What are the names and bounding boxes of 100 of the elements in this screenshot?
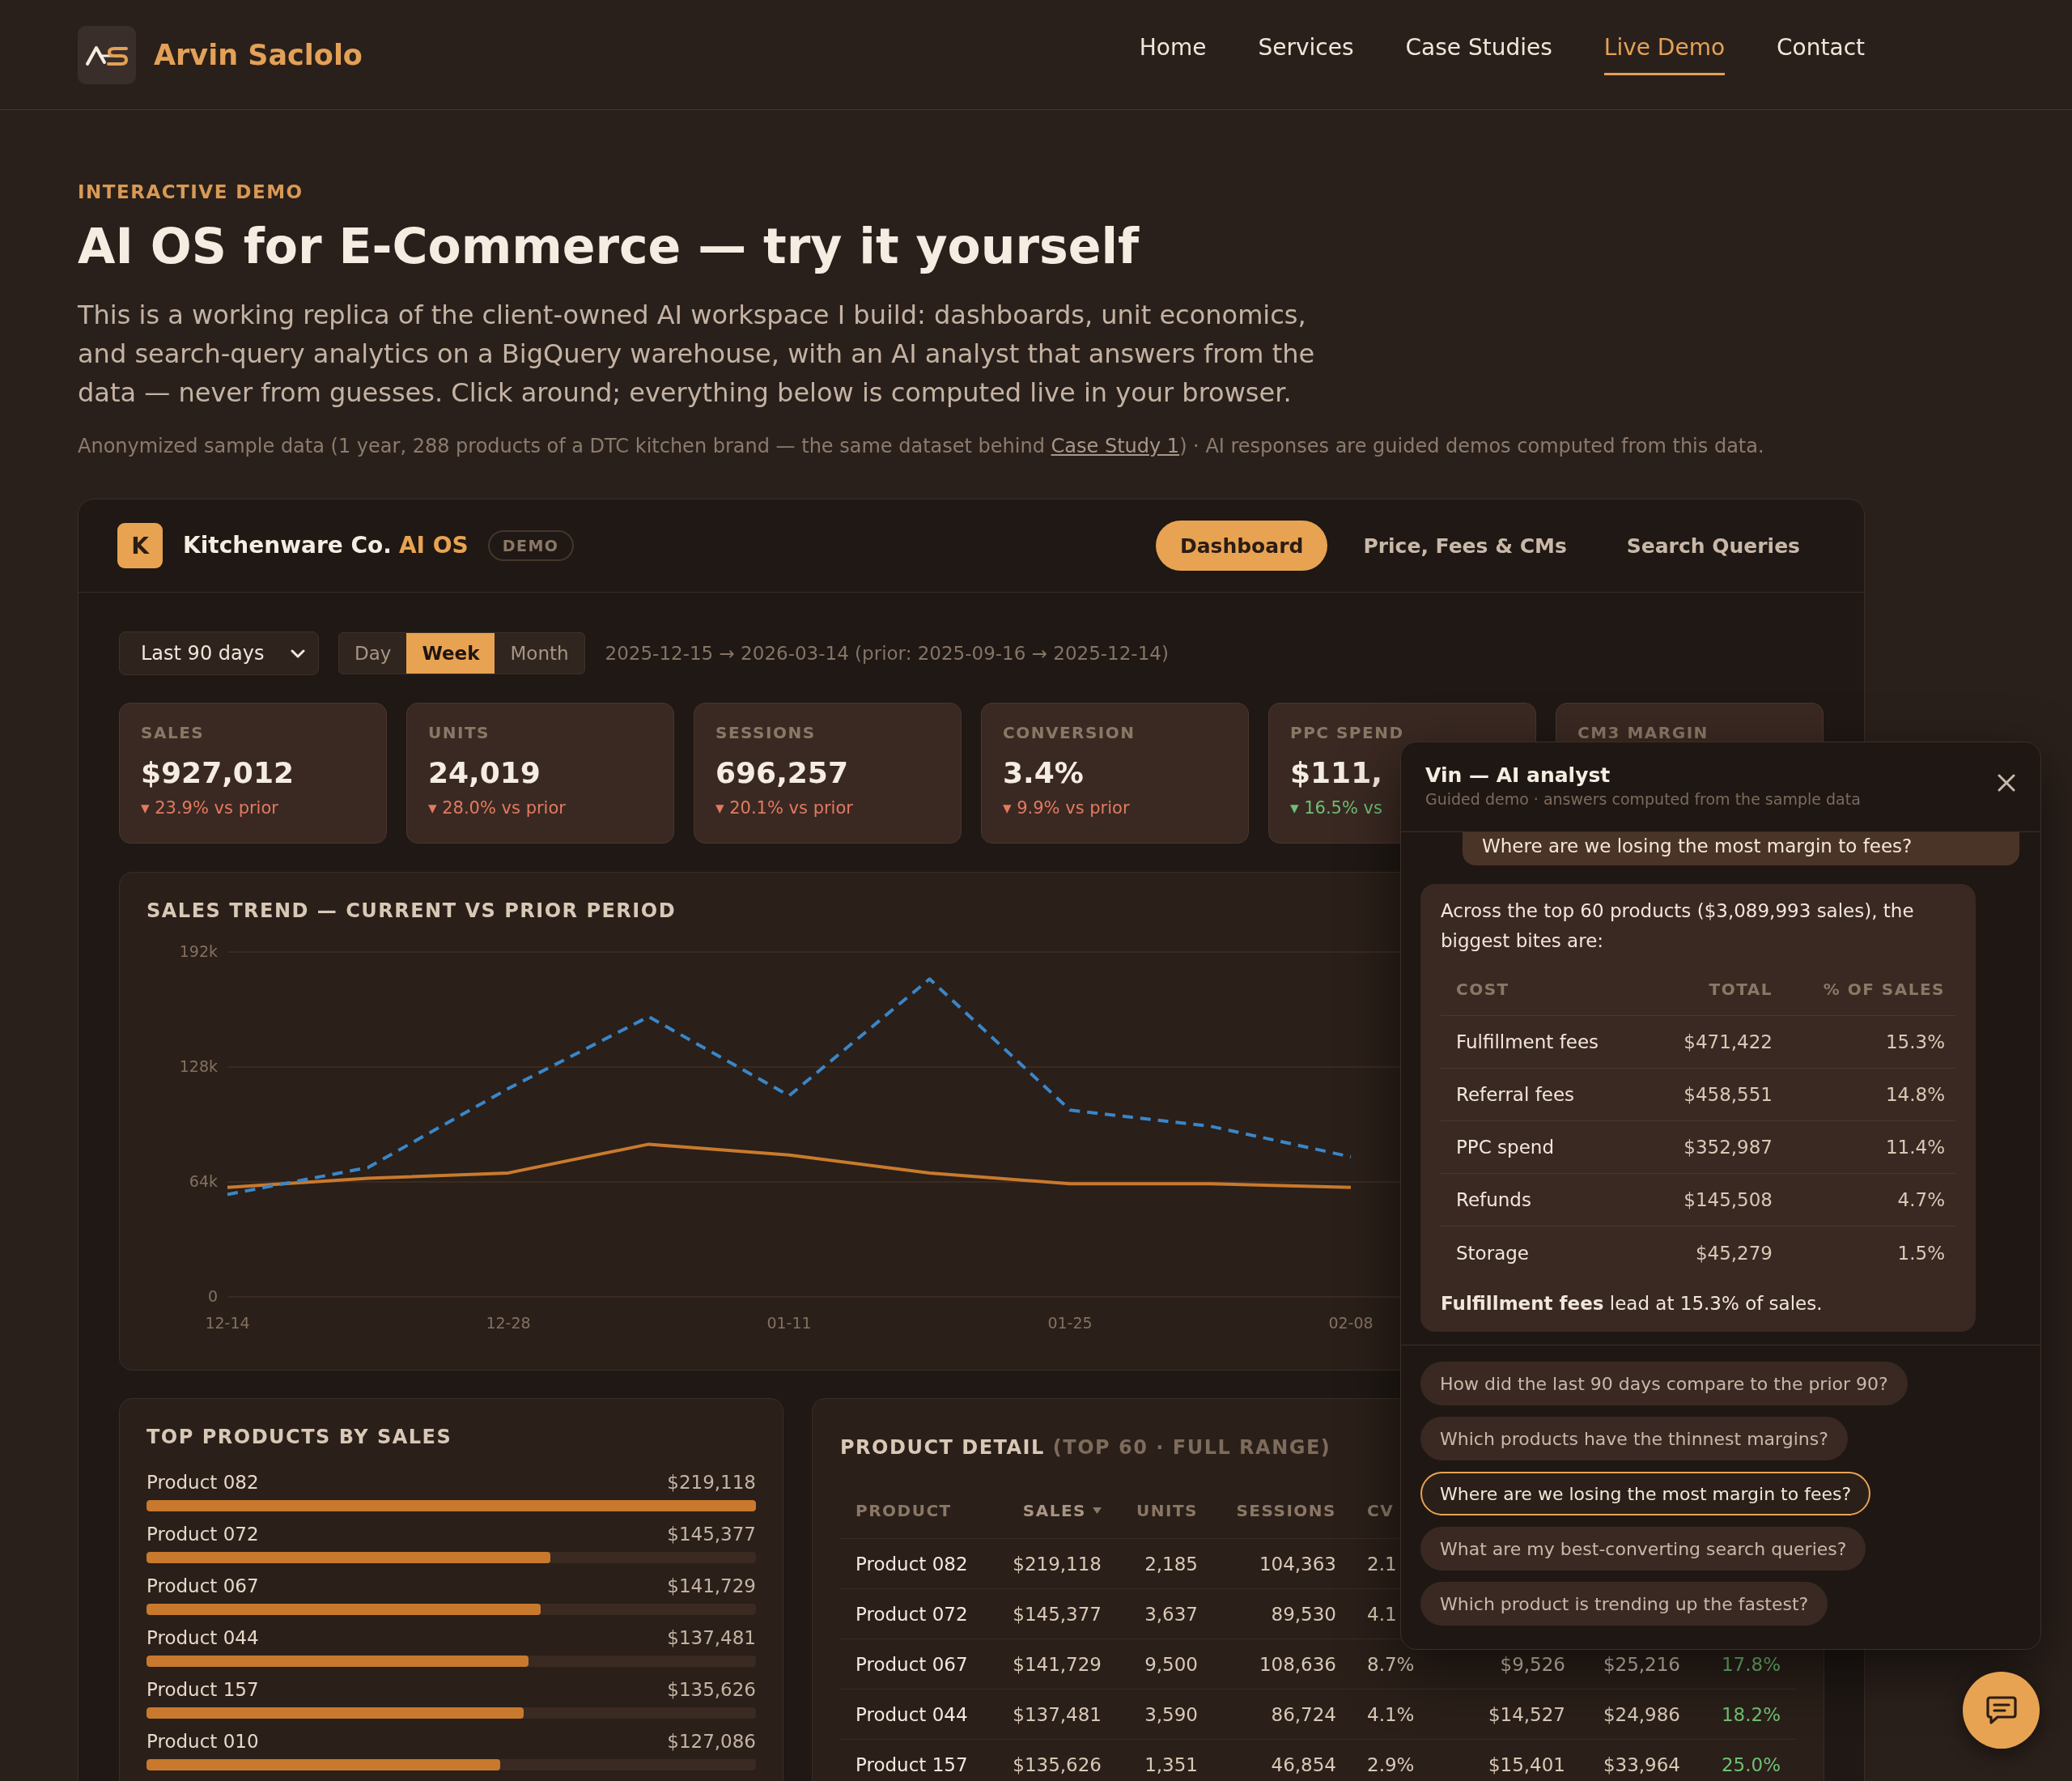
- product-label: Product 082: [146, 1471, 259, 1494]
- kpi-value: $111,: [1290, 755, 1382, 791]
- kpi-value: 696,257: [715, 755, 848, 791]
- product-sales: $141,729: [667, 1575, 756, 1597]
- kpi-label: SESSIONS: [715, 723, 816, 742]
- range-select[interactable]: Last 90 days: [119, 631, 319, 675]
- company-name: Kitchenware Co.: [183, 532, 392, 559]
- table-cell: 3,590: [1144, 1703, 1198, 1725]
- nav-link[interactable]: Live Demo: [1603, 34, 1726, 75]
- suggestion-chip[interactable]: Where are we losing the most margin to fees?: [1420, 1472, 1871, 1515]
- column-header[interactable]: SALES: [1022, 1500, 1102, 1520]
- kpi-value: $927,012: [141, 755, 295, 791]
- column-header[interactable]: SESSIONS: [1236, 1500, 1336, 1520]
- product-sales: $137,481: [667, 1626, 756, 1649]
- suggestion-chip[interactable]: Which products have the thinnest margins?: [1420, 1417, 1848, 1460]
- close-icon: [1998, 774, 2015, 792]
- table-cell: $45,279: [1695, 1242, 1773, 1264]
- product-sales: $219,118: [667, 1471, 756, 1494]
- table-cell: $471,422: [1684, 1031, 1773, 1052]
- kpi-value: 24,019: [428, 755, 541, 791]
- table-cell: 9,500: [1144, 1653, 1198, 1675]
- x-axis-label: 12-14: [205, 1313, 250, 1332]
- sort-caret-icon: [1093, 1507, 1102, 1514]
- table-cell: $135,626: [1013, 1753, 1102, 1775]
- sample-data-note: Anonymized sample data (1 year, 288 products of a DTC kitchen brand — the same dataset behind Case Study 1) · AI responses are guided demos computed from this data.: [78, 434, 1764, 459]
- table-cell: 4.1: [1367, 1603, 1397, 1625]
- nav-link[interactable]: Home: [1139, 34, 1207, 75]
- product-sales: $127,086: [667, 1730, 756, 1753]
- table-cell: $352,987: [1684, 1137, 1773, 1158]
- granularity-button[interactable]: Month: [495, 633, 584, 674]
- table-cell: 2.9%: [1367, 1753, 1415, 1775]
- chart-title: SALES TREND — CURRENT VS PRIOR PERIOD: [146, 899, 677, 922]
- chevron-down-icon: [291, 648, 305, 658]
- table-cell: $458,551: [1684, 1084, 1773, 1105]
- y-axis-label: 128k: [179, 1056, 218, 1075]
- suggestion-chip[interactable]: What are my best-converting search queries?: [1420, 1527, 1866, 1571]
- table-cell: $145,377: [1013, 1603, 1102, 1625]
- mode-badge: DEMO: [487, 530, 574, 561]
- table-cell: Refunds: [1456, 1189, 1531, 1210]
- kpi-label: UNITS: [428, 723, 490, 742]
- column-header[interactable]: PRODUCT: [856, 1500, 952, 1520]
- table-cell: 108,636: [1259, 1653, 1336, 1675]
- column-header: COST: [1456, 979, 1509, 999]
- message-text: Across the top 60 products ($3,089,993 sales), the biggest bites are:: [1441, 899, 1915, 953]
- x-axis-label: 12-28: [486, 1313, 531, 1332]
- company-monogram: K: [117, 523, 163, 568]
- table-cell: 89,530: [1271, 1603, 1336, 1625]
- table-cell: 86,724: [1271, 1703, 1336, 1725]
- table-cell: 2.1: [1367, 1553, 1397, 1575]
- table-cell: $14,527: [1488, 1703, 1565, 1725]
- table-cell: Referral fees: [1456, 1084, 1575, 1105]
- table-cell: 104,363: [1259, 1553, 1336, 1575]
- table-cell: $15,401: [1488, 1753, 1565, 1775]
- logo-icon: [78, 25, 136, 84]
- kpi-label: CONVERSION: [1003, 723, 1136, 742]
- product-label: Product 067: [146, 1575, 259, 1597]
- x-axis-label: 01-25: [1047, 1313, 1093, 1332]
- case-study-link[interactable]: Case Study 1: [1051, 435, 1180, 457]
- table-cell: 4.1%: [1367, 1703, 1415, 1725]
- product-label: Product 157: [146, 1678, 259, 1701]
- table-cell: $137,481: [1013, 1703, 1102, 1725]
- intro-paragraph: This is a working replica of the client-owned AI workspace I build: dashboards, unit economics, and search-query analytics on a BigQuery warehouse, with an AI analyst that answers from the data — never from guesses. Click around; everything below is computed live in your browser.: [78, 299, 1316, 410]
- granularity-button[interactable]: Day: [339, 633, 407, 674]
- eyebrow-label: INTERACTIVE DEMO: [78, 181, 304, 203]
- table-cell: 1.5%: [1897, 1242, 1945, 1264]
- column-header[interactable]: UNITS: [1136, 1500, 1198, 1520]
- nav-link[interactable]: Case Studies: [1405, 34, 1552, 75]
- table-cell: 46,854: [1271, 1753, 1336, 1775]
- section-title: TOP PRODUCTS BY SALES: [146, 1426, 452, 1448]
- kpi-change: ▾ 9.9% vs prior: [1003, 797, 1130, 818]
- product-sales: $135,626: [667, 1678, 756, 1701]
- view-tab[interactable]: Price, Fees & CMs: [1339, 521, 1591, 571]
- table-cell: 2,185: [1144, 1553, 1198, 1575]
- table-cell: $145,508: [1684, 1189, 1773, 1210]
- y-axis-label: 64k: [189, 1171, 218, 1190]
- section-subtitle: (TOP 60 · FULL RANGE): [1052, 1436, 1331, 1459]
- brand-name: Arvin Saclolo: [154, 37, 363, 72]
- table-cell: Storage: [1456, 1242, 1529, 1264]
- suggestion-chip[interactable]: How did the last 90 days compare to the prior 90?: [1420, 1362, 1908, 1405]
- kpi-change: ▾ 28.0% vs prior: [428, 797, 566, 818]
- nav-link[interactable]: Services: [1258, 34, 1354, 75]
- column-header: % OF SALES: [1823, 979, 1945, 999]
- x-axis-label: 01-11: [766, 1313, 812, 1332]
- view-tab[interactable]: Search Queries: [1602, 521, 1824, 571]
- suggestion-chip[interactable]: Which product is trending up the fastest?: [1420, 1582, 1828, 1626]
- panel-subtitle: Guided demo · answers computed from the sample data: [1425, 789, 1861, 809]
- y-axis-label: 192k: [179, 942, 218, 960]
- nav-link[interactable]: Contact: [1777, 34, 1865, 75]
- section-title: PRODUCT DETAIL: [840, 1436, 1045, 1459]
- table-cell: $9,526: [1500, 1653, 1565, 1675]
- granularity-button[interactable]: Week: [406, 633, 495, 674]
- table-cell: 4.7%: [1897, 1189, 1945, 1210]
- table-cell: $219,118: [1013, 1553, 1102, 1575]
- table-cell: 25.0%: [1721, 1753, 1781, 1775]
- view-tab[interactable]: Dashboard: [1155, 521, 1328, 571]
- table-cell: 14.8%: [1885, 1084, 1945, 1105]
- kpi-change: ▾ 20.1% vs prior: [715, 797, 853, 818]
- table-cell: $33,964: [1603, 1753, 1680, 1775]
- table-cell: 8.7%: [1367, 1653, 1415, 1675]
- page-title: AI OS for E-Commerce — try it yourself: [78, 217, 1140, 275]
